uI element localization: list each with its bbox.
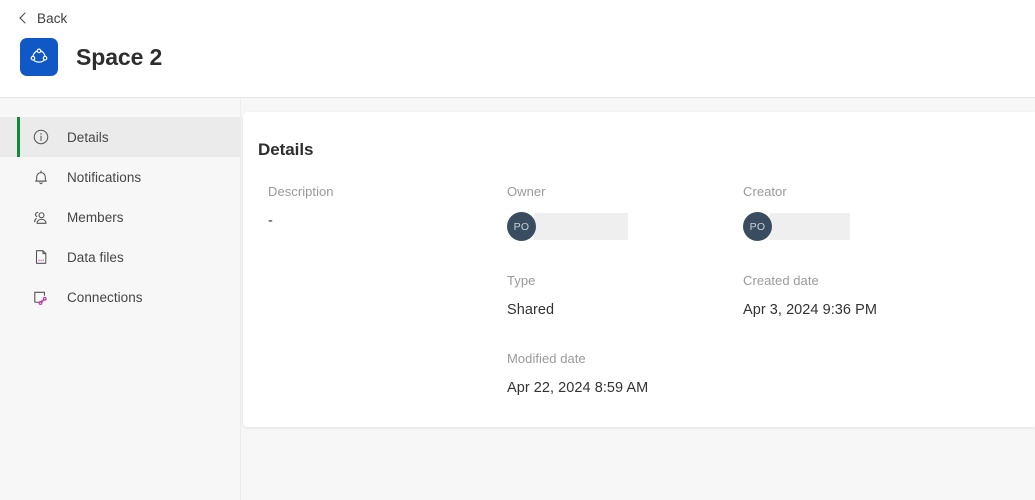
sidebar-item-label: Connections [67,289,143,305]
field-owner: Owner PO [507,184,737,241]
page-title-row: Space 2 [20,38,162,76]
field-creator: Creator PO [743,184,973,241]
file-document-icon [31,248,50,267]
chevron-left-icon [18,13,29,24]
details-column-middle: Owner PO Type Shared Modified date Apr 2… [507,184,737,429]
avatar: PO [507,212,536,241]
field-label: Owner [507,184,546,199]
field-label: Type [507,273,536,288]
field-type: Type Shared [507,273,737,319]
details-panel: Details Description - Owner PO Type Shar… [243,112,1035,427]
back-button-label: Back [37,11,68,26]
owner-user: PO [507,212,737,241]
sidebar-item-label: Notifications [67,169,142,185]
sidebar-item-data-files[interactable]: Data files [0,237,240,277]
details-column-right: Creator PO Created date Apr 3, 2024 9:36… [743,184,973,351]
sidebar-nav-list: Details Notifications Members Data files… [0,117,240,317]
redacted-value [770,213,850,240]
field-value: Apr 3, 2024 9:36 PM [743,302,877,318]
field-label: Creator [743,184,787,199]
field-modified-date: Modified date Apr 22, 2024 8:59 AM [507,351,737,397]
sidebar-item-label: Members [67,209,124,225]
bell-icon [31,168,50,187]
creator-user: PO [743,212,973,241]
panel-title: Details [258,140,314,159]
field-value: Apr 22, 2024 8:59 AM [507,380,649,396]
info-circle-icon [31,128,50,147]
back-button[interactable]: Back [14,9,71,28]
field-value: - [268,213,273,229]
field-value: Shared [507,302,555,318]
connections-icon [31,288,50,307]
people-icon [31,208,50,227]
field-label: Modified date [507,351,586,366]
field-created-date: Created date Apr 3, 2024 9:36 PM [743,273,973,319]
sidebar-item-connections[interactable]: Connections [0,277,240,317]
page-title: Space 2 [76,43,163,70]
field-description: Description - [268,184,498,230]
sidebar-item-label: Data files [67,249,124,265]
sidebar: Details Notifications Members Data files… [0,99,241,500]
sidebar-item-notifications[interactable]: Notifications [0,157,240,197]
sidebar-item-details[interactable]: Details [0,117,240,157]
details-column-left: Description - [268,184,498,262]
sidebar-item-members[interactable]: Members [0,197,240,237]
avatar: PO [743,212,772,241]
field-label: Description [268,184,334,199]
top-header: Back Space 2 [0,0,1035,98]
space-node-graph-icon [20,38,58,76]
redacted-value [534,213,628,240]
field-label: Created date [743,273,819,288]
sidebar-item-label: Details [67,129,109,145]
